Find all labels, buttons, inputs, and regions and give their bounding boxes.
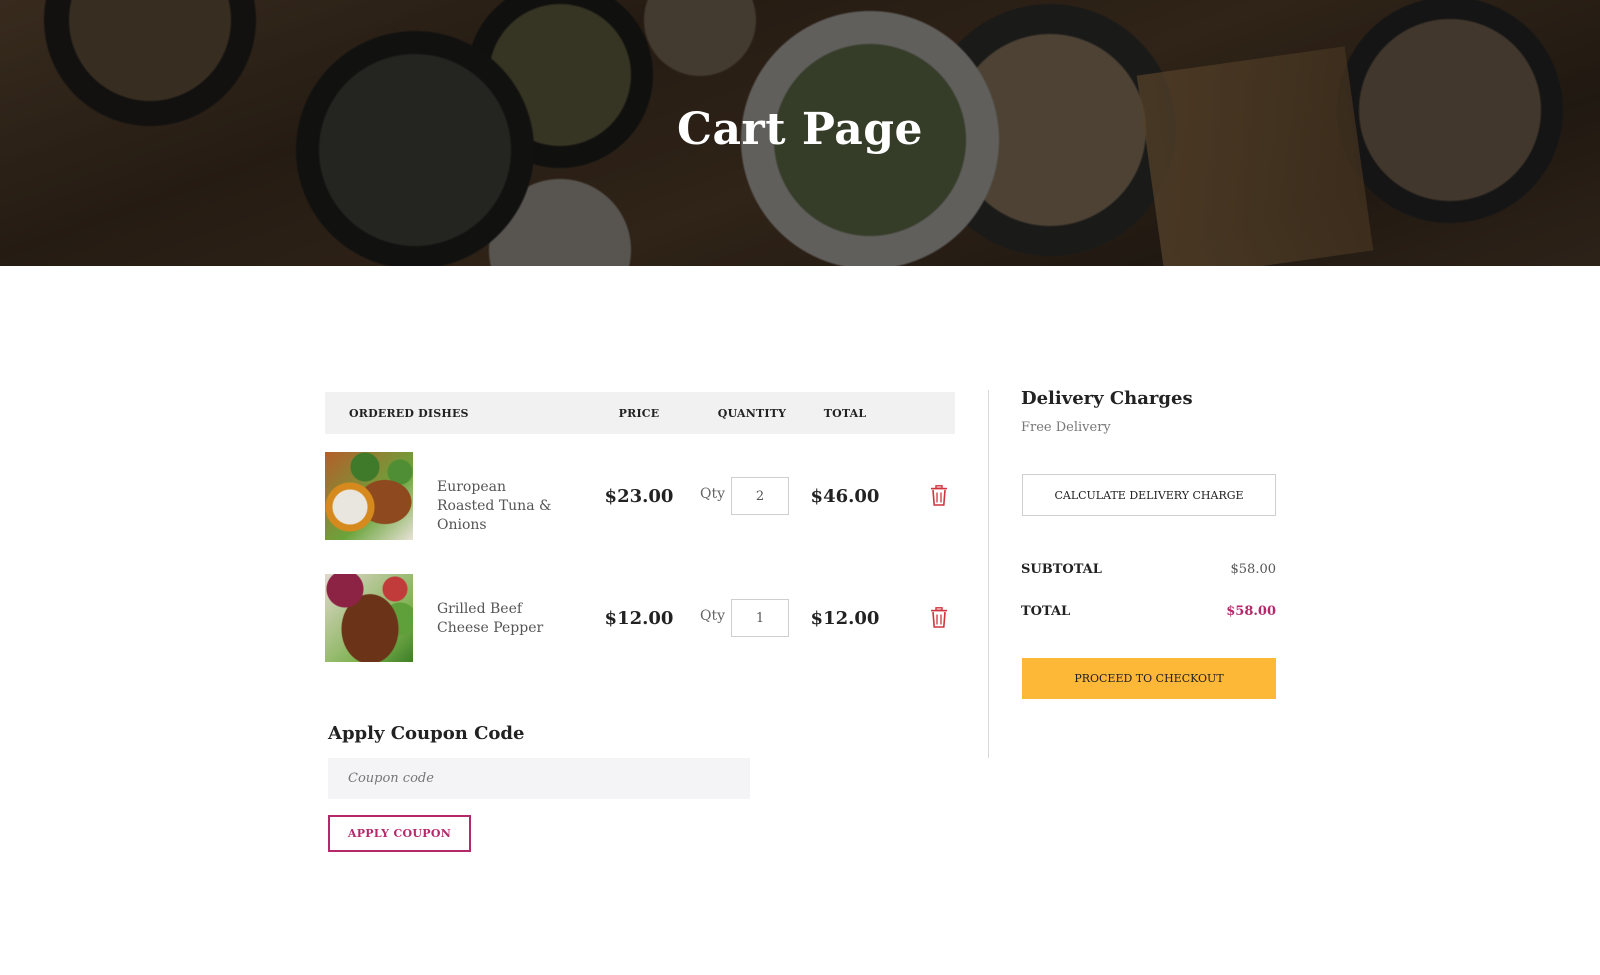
calculate-delivery-button[interactable]: CALCULATE DELIVERY CHARGE [1022, 474, 1276, 516]
column-header-quantity: QUANTITY [717, 407, 787, 420]
delivery-note: Free Delivery [1021, 420, 1111, 435]
qty-label: Qty [700, 608, 726, 624]
page-title: Cart Page [676, 104, 924, 155]
hero-banner: Cart Page [0, 0, 1600, 266]
cart-table-header: ORDERED DISHES PRICE QUANTITY TOTAL [325, 392, 955, 434]
cart-table: ORDERED DISHES PRICE QUANTITY TOTAL Euro… [325, 392, 955, 662]
column-header-total: TOTAL [823, 407, 867, 420]
cart-row: Grilled Beef Cheese Pepper $12.00 Qty $1… [325, 574, 955, 662]
row-total: $12.00 [810, 608, 880, 629]
quantity-input[interactable] [731, 599, 789, 637]
coupon-title: Apply Coupon Code [328, 723, 525, 744]
dish-price: $12.00 [604, 608, 674, 629]
subtotal-value: $58.00 [1230, 562, 1277, 577]
apply-coupon-button[interactable]: APPLY COUPON [328, 815, 471, 852]
dish-image [325, 452, 413, 540]
column-header-dishes: ORDERED DISHES [349, 407, 469, 420]
quantity-input[interactable] [731, 477, 789, 515]
qty-label: Qty [700, 486, 726, 502]
total-value: $58.00 [1226, 604, 1276, 619]
cart-row: European Roasted Tuna & Onions $23.00 Qt… [325, 452, 955, 540]
coupon-code-input[interactable] [328, 758, 750, 799]
dish-image [325, 574, 413, 662]
dish-name: European Roasted Tuna & Onions [437, 479, 552, 533]
trash-icon[interactable] [930, 607, 948, 628]
delivery-charges-title: Delivery Charges [1021, 388, 1193, 409]
total-label: TOTAL [1021, 604, 1071, 619]
divider [988, 390, 989, 758]
subtotal-label: SUBTOTAL [1021, 562, 1102, 577]
dish-name: Grilled Beef Cheese Pepper [437, 601, 544, 636]
proceed-to-checkout-button[interactable]: PROCEED TO CHECKOUT [1022, 658, 1276, 699]
trash-icon[interactable] [930, 485, 948, 506]
column-header-price: PRICE [618, 407, 660, 420]
dish-price: $23.00 [604, 486, 674, 507]
row-total: $46.00 [810, 486, 880, 507]
